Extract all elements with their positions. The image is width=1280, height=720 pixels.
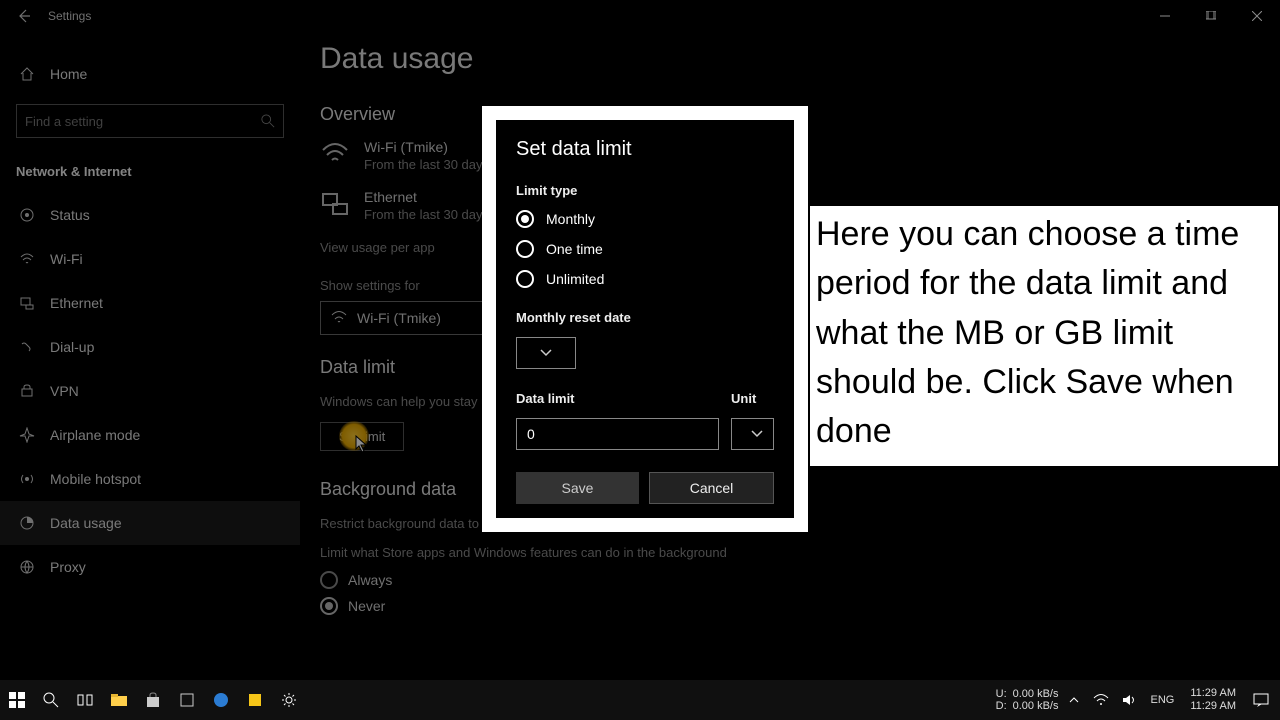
action-center-button[interactable] (1248, 680, 1274, 720)
drive-d: D: (996, 700, 1007, 712)
reset-date-label: Monthly reset date (516, 310, 774, 325)
net-up: 0.00 kB/s (1013, 688, 1059, 700)
save-label: Save (562, 480, 594, 496)
radio-icon (516, 240, 534, 258)
limit-type-monthly[interactable]: Monthly (516, 210, 774, 228)
taskbar-explorer[interactable] (102, 680, 136, 720)
limit-type-unlimited-label: Unlimited (546, 271, 604, 287)
data-limit-input[interactable] (516, 418, 719, 450)
limit-type-unlimited[interactable]: Unlimited (516, 270, 774, 288)
tray-up-icon[interactable] (1064, 680, 1084, 720)
unit-label: Unit (731, 391, 774, 406)
tray-lang[interactable]: ENG (1146, 694, 1178, 706)
task-view-button[interactable] (68, 680, 102, 720)
drive-u: U: (996, 688, 1007, 700)
net-speed-indicator: 0.00 kB/s 0.00 kB/s (1013, 688, 1059, 712)
unit-select[interactable] (731, 418, 774, 450)
limit-type-onetime[interactable]: One time (516, 240, 774, 258)
tray-time: 11:29 AM (1190, 687, 1236, 700)
taskbar-app2[interactable] (238, 680, 272, 720)
radio-icon (516, 210, 534, 228)
chevron-down-icon (751, 430, 763, 438)
taskbar-store[interactable] (136, 680, 170, 720)
start-button[interactable] (0, 680, 34, 720)
radio-icon (516, 270, 534, 288)
tray-volume-icon[interactable] (1118, 680, 1140, 720)
cancel-button[interactable]: Cancel (649, 472, 774, 504)
instruction-note: Here you can choose a time period for th… (810, 206, 1278, 466)
set-data-limit-dialog: Set data limit Limit type Monthly One ti… (482, 106, 808, 532)
reset-date-select[interactable] (516, 337, 576, 369)
dialog-title: Set data limit (516, 138, 774, 161)
limit-type-label: Limit type (516, 183, 774, 198)
limit-type-monthly-label: Monthly (546, 211, 595, 227)
drives-indicator: U: D: (996, 688, 1007, 712)
taskbar-browser[interactable] (204, 680, 238, 720)
cancel-label: Cancel (690, 480, 734, 496)
tray-clock[interactable]: 11:29 AM 11:29 AM (1184, 687, 1242, 713)
limit-type-onetime-label: One time (546, 241, 603, 257)
data-limit-field-label: Data limit (516, 391, 719, 406)
tray-date: 11:29 AM (1190, 700, 1236, 713)
taskbar-app1[interactable] (170, 680, 204, 720)
taskbar-settings[interactable] (272, 680, 306, 720)
save-button[interactable]: Save (516, 472, 639, 504)
tray-network-icon[interactable] (1090, 680, 1112, 720)
chevron-down-icon (540, 349, 552, 357)
taskbar-search[interactable] (34, 680, 68, 720)
taskbar: U: D: 0.00 kB/s 0.00 kB/s ENG 11:29 AM 1… (0, 680, 1280, 720)
net-down: 0.00 kB/s (1013, 700, 1059, 712)
